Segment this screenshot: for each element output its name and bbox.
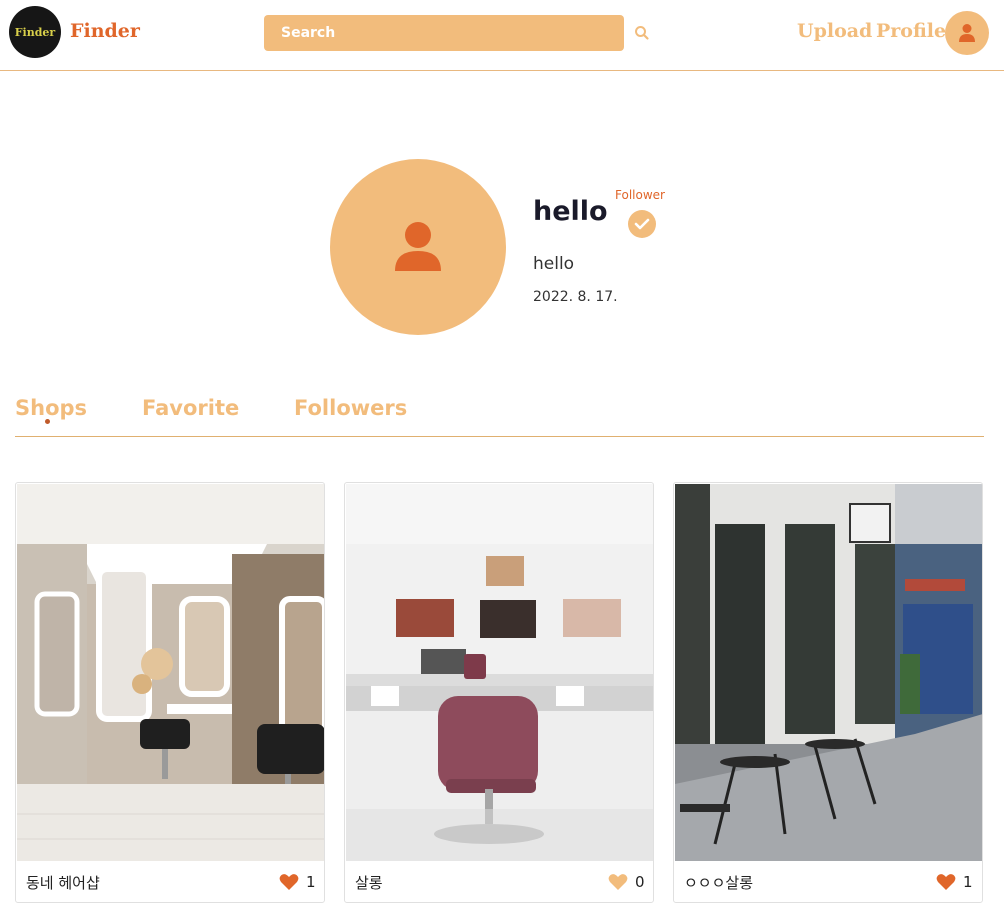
shop-name: 살롱: [355, 874, 383, 892]
profile-joined-date: 2022. 8. 17.: [533, 289, 618, 305]
shop-photo: [17, 484, 324, 861]
shop-photo: [675, 484, 982, 861]
profile-username: hello: [533, 196, 608, 227]
shop-name: 동네 헤어샵: [26, 874, 100, 892]
profile-bio: hello: [533, 254, 575, 274]
nav-profile-link[interactable]: Profile: [876, 20, 946, 42]
heart-icon[interactable]: [608, 873, 628, 891]
like-count: 1: [963, 873, 973, 891]
user-avatar-button[interactable]: [945, 11, 989, 55]
follow-button[interactable]: [628, 210, 656, 238]
user-icon: [395, 222, 441, 271]
logo[interactable]: Finder: [9, 6, 61, 58]
tabs-divider: [15, 436, 984, 437]
shop-photo: [346, 484, 653, 861]
tab-shops[interactable]: Shops: [15, 396, 87, 420]
shop-card[interactable]: ㅇㅇㅇ살롱 1: [673, 482, 983, 903]
shop-card[interactable]: 살롱 0: [344, 482, 654, 903]
heart-icon[interactable]: [279, 873, 299, 891]
nav-upload-link[interactable]: Upload: [797, 20, 872, 42]
tab-followers[interactable]: Followers: [294, 396, 407, 420]
search-icon[interactable]: [633, 24, 651, 42]
tab-favorite[interactable]: Favorite: [142, 396, 239, 420]
brand-name[interactable]: Finder: [70, 20, 140, 42]
profile-avatar: [330, 159, 506, 335]
like-count: 0: [635, 873, 645, 891]
search-input[interactable]: [264, 15, 624, 51]
top-navbar: Finder Finder Upload Profile: [0, 0, 1004, 71]
heart-icon[interactable]: [936, 873, 956, 891]
active-tab-indicator: [45, 419, 50, 424]
shop-name: ㅇㅇㅇ살롱: [684, 874, 754, 892]
logo-text: Finder: [14, 25, 56, 39]
like-count: 1: [306, 873, 316, 891]
follower-label: Follower: [615, 188, 665, 202]
check-icon: [634, 218, 650, 230]
shop-card[interactable]: 동네 헤어샵 1: [15, 482, 325, 903]
user-icon: [959, 24, 975, 42]
